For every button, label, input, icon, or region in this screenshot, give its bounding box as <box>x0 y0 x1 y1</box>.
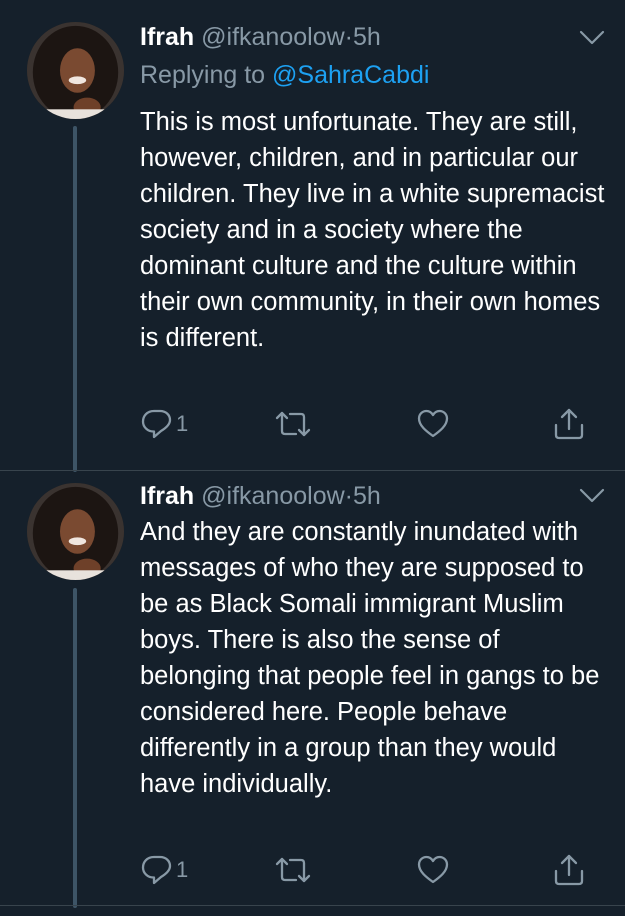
tweet-actions: 1 <box>140 404 595 444</box>
reply-button[interactable]: 1 <box>140 404 188 444</box>
thread-line <box>73 588 77 908</box>
timestamp[interactable]: 5h <box>353 23 381 51</box>
share-icon <box>554 854 584 886</box>
thread-line <box>73 126 77 472</box>
replying-to-label: Replying to <box>140 61 266 89</box>
reply-icon <box>141 855 172 885</box>
reply-icon <box>141 409 172 439</box>
retweet-icon <box>275 857 311 883</box>
avatar[interactable] <box>27 483 124 580</box>
chevron-down-icon[interactable] <box>579 488 605 504</box>
author-handle[interactable]: @ifkanoolow <box>201 482 345 510</box>
like-icon <box>417 855 449 884</box>
like-icon <box>417 409 449 438</box>
retweet-button[interactable] <box>274 404 312 444</box>
separator: · <box>344 482 353 510</box>
author-name[interactable]: Ifrah <box>140 23 194 51</box>
tweet-actions: 1 <box>140 850 595 890</box>
like-button[interactable] <box>416 404 450 444</box>
retweet-icon <box>275 411 311 437</box>
avatar-image <box>27 22 124 119</box>
share-button[interactable] <box>552 404 586 444</box>
chevron-down-icon[interactable] <box>579 30 605 46</box>
author-name[interactable]: Ifrah <box>140 482 194 510</box>
like-button[interactable] <box>416 850 450 890</box>
avatar-image <box>27 483 124 580</box>
timestamp[interactable]: 5h <box>353 482 381 510</box>
avatar[interactable] <box>27 22 124 119</box>
reply-count: 1 <box>176 411 189 436</box>
tweet-text: And they are constantly inundated with m… <box>140 518 600 798</box>
separator: · <box>344 23 353 51</box>
tweet-text: This is most unfortunate. They are still… <box>140 108 605 352</box>
replying-to-handle[interactable]: @SahraCabdi <box>272 61 429 89</box>
divider <box>0 905 625 906</box>
tweet-header: Ifrah @ifkanoolow·5h <box>140 481 565 511</box>
reply-button[interactable]: 1 <box>140 850 188 890</box>
author-handle[interactable]: @ifkanoolow <box>201 23 345 51</box>
reply-count: 1 <box>176 857 189 882</box>
tweet-header: Ifrah @ifkanoolow·5h <box>140 22 565 52</box>
retweet-button[interactable] <box>274 850 312 890</box>
replying-to: Replying to @SahraCabdi <box>140 60 429 90</box>
share-button[interactable] <box>552 850 586 890</box>
share-icon <box>554 408 584 440</box>
